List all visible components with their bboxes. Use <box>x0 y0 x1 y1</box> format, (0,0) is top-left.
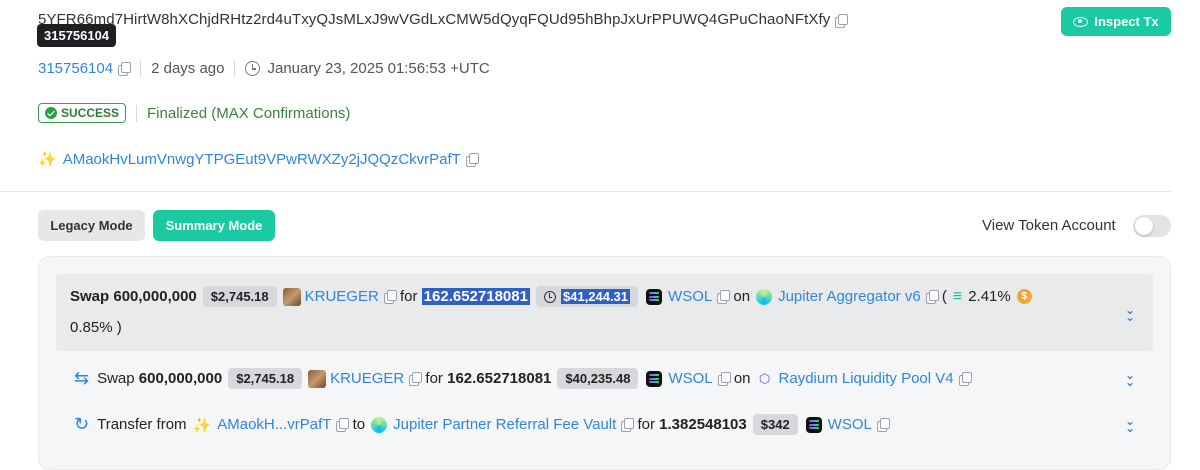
status-row: SUCCESS Finalized (MAX Confirmations) <box>38 103 350 123</box>
divider <box>140 60 142 77</box>
signer-icon: ✨ <box>192 416 212 434</box>
main-swap-line-2: 0.85% ) <box>70 319 122 336</box>
status-badge-label: SUCCESS <box>61 106 120 120</box>
chevron-double-down-icon[interactable]: ⌄ ⌄ <box>1125 304 1135 323</box>
divider <box>136 104 138 122</box>
to-label: to <box>352 416 366 433</box>
transaction-meta: 315756104 2 days ago January 23, 2025 01… <box>38 60 490 77</box>
solana-token-icon <box>646 288 663 305</box>
action-verb: Swap <box>70 288 110 305</box>
finality-text: Finalized (MAX Confirmations) <box>147 104 351 122</box>
jupiter-icon <box>371 416 388 433</box>
value-out-badge: $41,244.31 <box>535 286 639 307</box>
clock-icon <box>543 290 556 303</box>
token-avatar <box>282 287 301 306</box>
token-in-link[interactable]: KRUEGER <box>305 288 379 305</box>
check-circle-icon <box>45 107 57 119</box>
paren-open: ( <box>941 288 947 305</box>
fee-percent-2: 0.85% ) <box>70 319 122 336</box>
for-label: for <box>637 416 655 433</box>
solana-token-icon <box>646 370 663 387</box>
amount-in: 600,000,000 <box>113 288 197 305</box>
jupiter-icon <box>756 288 773 305</box>
block-link[interactable]: 315756104 <box>38 60 113 77</box>
signature-text: 5YFR66md7HirtW8hXChjdRHtz2rd4uTxyQJsMLxJ… <box>38 11 831 28</box>
for-label: for <box>399 288 418 305</box>
signer-link[interactable]: AMaokHvLumVnwgYTPGEut9VPwRWXZy2jJQQzCkvr… <box>63 151 461 168</box>
transfer-amount: 1.382548103 <box>659 416 747 433</box>
value-in-badge: $2,745.18 <box>228 368 303 389</box>
copy-icon[interactable] <box>958 372 972 386</box>
transaction-signature: 5YFR66md7HirtW8hXChjdRHtz2rd4uTxyQJsMLxJ… <box>38 11 849 28</box>
value-out: $41,244.31 <box>560 289 631 304</box>
amount-in: 600,000,000 <box>138 370 223 387</box>
copy-icon[interactable] <box>118 62 132 76</box>
action-verb: Swap <box>97 370 135 387</box>
eye-icon <box>1073 16 1089 27</box>
from-link[interactable]: AMaokH...vrPafT <box>217 416 331 433</box>
copy-icon[interactable] <box>409 372 423 386</box>
signer-row: ✨ AMaokHvLumVnwgYTPGEut9VPwRWXZy2jJQQzCk… <box>38 150 479 168</box>
status-badge: SUCCESS <box>38 103 127 123</box>
for-label: for <box>425 370 443 387</box>
copy-icon[interactable] <box>465 152 479 167</box>
signer-icon: ✨ <box>38 151 57 168</box>
copy-icon[interactable] <box>835 13 849 28</box>
summary-mode-button[interactable]: Summary Mode <box>153 210 275 241</box>
relative-time: 2 days ago <box>151 60 225 77</box>
copy-icon[interactable] <box>925 290 939 304</box>
token-in-link[interactable]: KRUEGER <box>330 370 404 387</box>
transfer-icon: ↻ <box>74 414 90 434</box>
sliders-icon: ≡ <box>952 287 963 305</box>
on-label: on <box>733 288 751 305</box>
copy-icon[interactable] <box>717 290 731 304</box>
transfer-line: ↻ Transfer from ✨ AMaokH...vrPafT to Jup… <box>74 414 890 435</box>
on-label: on <box>733 370 751 387</box>
clock-icon <box>245 61 261 76</box>
token-out-link[interactable]: WSOL <box>668 288 712 305</box>
section-divider <box>0 191 1172 192</box>
to-link[interactable]: Jupiter Partner Referral Fee Vault <box>393 416 616 433</box>
token-out-link[interactable]: WSOL <box>668 370 712 387</box>
block-tooltip: 315756104 <box>37 24 117 47</box>
timestamp: January 23, 2025 01:56:53 +UTC <box>267 60 490 77</box>
inspect-tx-button[interactable]: Inspect Tx <box>1061 7 1171 36</box>
sub-swap-line: ⇆ Swap 600,000,000 $2,745.18 KRUEGER for… <box>74 368 972 389</box>
divider <box>234 60 236 77</box>
copy-icon[interactable] <box>383 290 397 304</box>
action-verb: Transfer from <box>97 416 187 433</box>
amount-out: 162.652718081 <box>421 288 530 305</box>
solana-token-icon <box>805 416 822 433</box>
view-token-account-label: View Token Account <box>982 217 1116 234</box>
token-link[interactable]: WSOL <box>828 416 872 433</box>
dollar-coin-icon: $ <box>1016 289 1032 304</box>
legacy-mode-button[interactable]: Legacy Mode <box>38 210 145 241</box>
value-badge: $342 <box>752 414 798 435</box>
value-in-badge: $2,745.18 <box>202 286 277 307</box>
token-avatar <box>308 369 327 388</box>
view-token-account-toggle[interactable] <box>1133 215 1171 237</box>
swap-arrows-icon: ⇆ <box>74 368 90 388</box>
fee-percent: 2.41% <box>968 288 1011 305</box>
copy-icon[interactable] <box>621 418 635 432</box>
copy-icon[interactable] <box>717 372 731 386</box>
chevron-double-down-icon[interactable]: ⌄ ⌄ <box>1125 415 1135 434</box>
main-swap-line: Swap 600,000,000 $2,745.18 KRUEGER for 1… <box>70 286 1032 307</box>
chevron-double-down-icon[interactable]: ⌄ ⌄ <box>1125 369 1135 388</box>
value-out-badge: $40,235.48 <box>557 368 639 389</box>
venue-link[interactable]: Raydium Liquidity Pool V4 <box>779 370 954 387</box>
copy-icon[interactable] <box>876 418 890 432</box>
raydium-icon: ⬡ <box>758 370 771 386</box>
copy-icon[interactable] <box>336 418 350 432</box>
inspect-tx-label: Inspect Tx <box>1094 14 1159 29</box>
amount-out: 162.652718081 <box>447 370 552 387</box>
venue-link[interactable]: Jupiter Aggregator v6 <box>778 288 921 305</box>
